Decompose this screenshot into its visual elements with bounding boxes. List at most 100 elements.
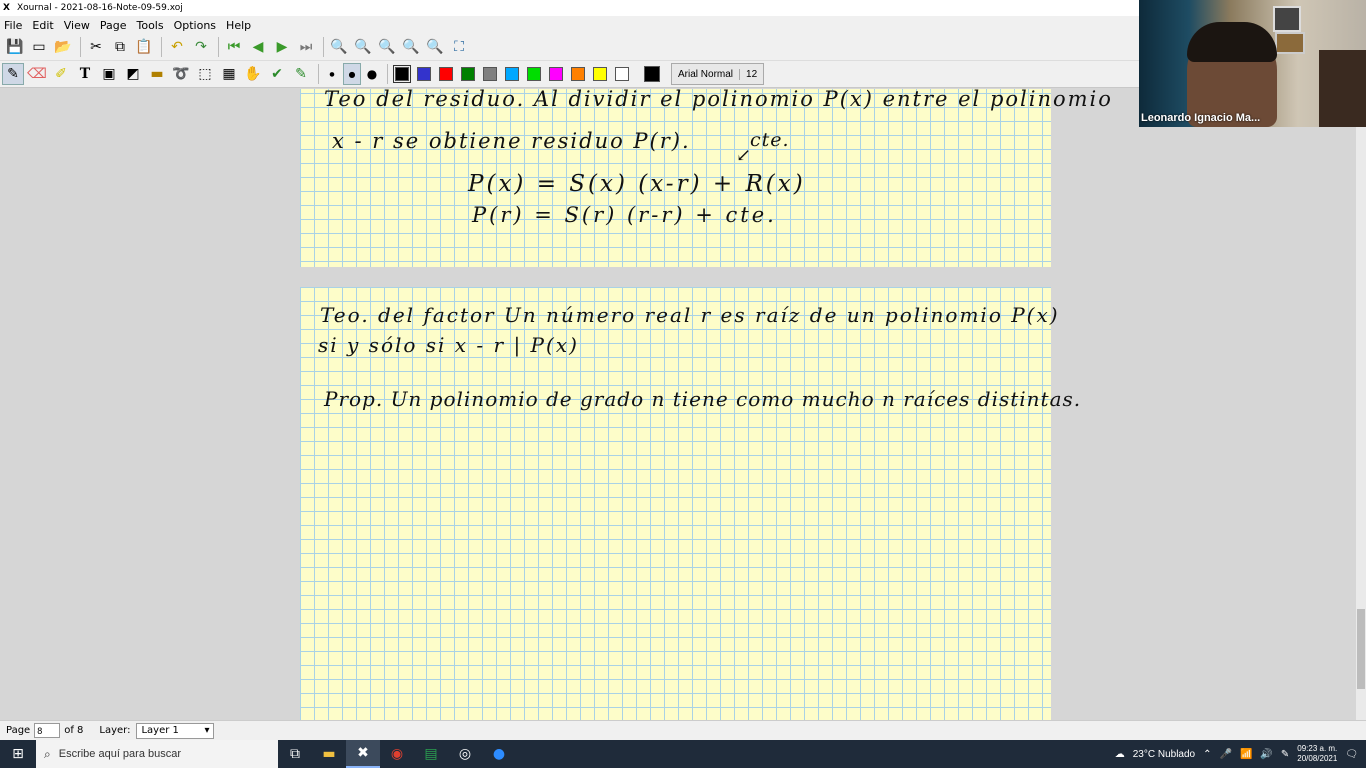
zoom-set-icon[interactable]: 🔍 xyxy=(424,36,446,58)
search-icon: ⌕ xyxy=(44,746,51,761)
thickness-fine-icon[interactable]: ● xyxy=(323,63,341,85)
volume-icon[interactable]: 🔊 xyxy=(1260,749,1272,760)
spreadsheet-icon[interactable]: ▤ xyxy=(414,740,448,768)
eraser-icon[interactable]: ⌫ xyxy=(26,63,48,85)
color-swatch[interactable] xyxy=(527,67,541,81)
handwritten-line: Teo del residuo. Al dividir el polinomio… xyxy=(324,89,1113,111)
toolbar-divider xyxy=(80,37,81,57)
zoom-in-icon[interactable]: 🔍 xyxy=(376,36,398,58)
taskbar-search[interactable]: ⌕ Escribe aquí para buscar xyxy=(36,740,278,768)
current-color-swatch[interactable] xyxy=(644,66,660,82)
thickness-thick-icon[interactable]: ● xyxy=(363,63,381,85)
lasso-select-icon[interactable]: ➰ xyxy=(170,63,192,85)
file-explorer-icon[interactable]: ▬ xyxy=(312,740,346,768)
color-swatch[interactable] xyxy=(417,67,431,81)
color-swatch[interactable] xyxy=(549,67,563,81)
handwritten-equation: P(r) = S(r) (r-r) + cte. xyxy=(472,203,777,227)
new-file-icon[interactable]: ▭ xyxy=(28,36,50,58)
hand-tool-icon[interactable]: ✋ xyxy=(242,63,264,85)
font-name: Arial Normal xyxy=(678,68,734,80)
handwritten-annotation-arrow: ↙ xyxy=(736,145,753,166)
wall-frame xyxy=(1273,6,1301,32)
pen-tray-icon[interactable]: ✎ xyxy=(1281,749,1289,760)
obs-icon[interactable]: ◎ xyxy=(448,740,482,768)
color-palette xyxy=(392,65,634,83)
default-tool-icon[interactable]: ✔ xyxy=(266,63,288,85)
default-pen-icon[interactable]: ✎ xyxy=(290,63,312,85)
font-size: 12 xyxy=(739,68,763,80)
last-page-icon[interactable]: ⏭ xyxy=(295,36,317,58)
vertical-scrollbar[interactable] xyxy=(1356,89,1366,720)
color-swatch[interactable] xyxy=(615,67,629,81)
text-tool-icon[interactable]: T xyxy=(74,63,96,85)
save-icon[interactable]: 💾 xyxy=(4,36,26,58)
vertical-space-icon[interactable]: ▦ xyxy=(218,63,240,85)
scrollbar-thumb[interactable] xyxy=(1357,609,1365,689)
shape-recognizer-icon[interactable]: ◩ xyxy=(122,63,144,85)
redo-icon[interactable]: ↷ xyxy=(190,36,212,58)
color-swatch[interactable] xyxy=(439,67,453,81)
next-page-icon[interactable]: ▶ xyxy=(271,36,293,58)
microphone-icon[interactable]: 🎤 xyxy=(1220,749,1232,760)
color-swatch[interactable] xyxy=(483,67,497,81)
clock[interactable]: 09:23 a. m. 20/08/2021 xyxy=(1297,744,1337,764)
pen-icon[interactable]: ✎ xyxy=(2,63,24,85)
task-view-icon[interactable]: ⧉ xyxy=(278,740,312,768)
zoom-app-icon[interactable]: ● xyxy=(482,740,516,768)
search-placeholder: Escribe aquí para buscar xyxy=(58,748,182,760)
fullscreen-icon[interactable]: ⛶ xyxy=(448,36,470,58)
color-swatch[interactable] xyxy=(571,67,585,81)
document-canvas[interactable]: Teo del residuo. Al dividir el polinomio… xyxy=(0,89,1356,720)
highlighter-icon[interactable]: ✐ xyxy=(50,63,72,85)
toolbar-divider xyxy=(318,64,319,84)
color-swatch[interactable] xyxy=(593,67,607,81)
video-call-overlay[interactable]: Leonardo Ignacio Ma... xyxy=(1139,0,1366,127)
chevron-up-icon[interactable]: ⌃ xyxy=(1203,749,1211,760)
menu-tools[interactable]: Tools xyxy=(136,19,163,32)
menu-view[interactable]: View xyxy=(64,19,90,32)
zoom-normal-icon[interactable]: 🔍 xyxy=(352,36,374,58)
menu-help[interactable]: Help xyxy=(226,19,251,32)
undo-icon[interactable]: ↶ xyxy=(166,36,188,58)
note-page-7[interactable]: Teo del residuo. Al dividir el polinomio… xyxy=(300,89,1111,267)
paste-icon[interactable]: 📋 xyxy=(133,36,155,58)
toolbar-divider xyxy=(323,37,324,57)
toolbar-divider xyxy=(218,37,219,57)
handwritten-line: si y sólo si x - r | P(x) xyxy=(318,333,579,357)
wall-frame xyxy=(1275,32,1305,54)
font-selector[interactable]: Arial Normal 12 xyxy=(671,63,765,85)
notifications-icon[interactable]: 🗨 xyxy=(1345,749,1358,760)
menu-edit[interactable]: Edit xyxy=(32,19,53,32)
first-page-icon[interactable]: ⏮ xyxy=(223,36,245,58)
page-number-input[interactable] xyxy=(34,723,61,738)
menu-options[interactable]: Options xyxy=(174,19,216,32)
open-folder-icon[interactable]: 📂 xyxy=(52,36,74,58)
network-icon[interactable]: 📶 xyxy=(1240,749,1252,760)
previous-page-icon[interactable]: ◀ xyxy=(247,36,269,58)
rect-select-icon[interactable]: ⬚ xyxy=(194,63,216,85)
color-swatch[interactable] xyxy=(505,67,519,81)
chrome-icon[interactable]: ◉ xyxy=(380,740,414,768)
window-title: Xournal - 2021-08-16-Note-09-59.xoj xyxy=(17,3,183,13)
participant-hair xyxy=(1187,22,1277,62)
zoom-out-icon[interactable]: 🔍 xyxy=(328,36,350,58)
cut-icon[interactable]: ✂ xyxy=(85,36,107,58)
copy-icon[interactable]: ⧉ xyxy=(109,36,131,58)
menu-file[interactable]: File xyxy=(4,19,22,32)
color-swatch[interactable] xyxy=(461,67,475,81)
windows-start-icon[interactable]: ⊞ xyxy=(0,740,36,768)
layer-select[interactable]: Layer 1 ▾ xyxy=(136,722,215,739)
weather-text[interactable]: 23°C Nublado xyxy=(1133,749,1195,760)
handwritten-line: Teo. del factor Un número real r es raíz… xyxy=(320,303,1060,327)
menu-page[interactable]: Page xyxy=(100,19,127,32)
note-page-8[interactable]: Teo. del factor Un número real r es raíz… xyxy=(300,287,1080,720)
color-swatch[interactable] xyxy=(393,65,411,83)
thickness-medium-icon[interactable]: ● xyxy=(343,63,361,85)
image-tool-icon[interactable]: ▣ xyxy=(98,63,120,85)
status-bar: Page of 8 Layer: Layer 1 ▾ xyxy=(0,720,1366,740)
xournal-taskbar-icon[interactable]: ✖ xyxy=(346,740,380,768)
windows-taskbar: ⊞ ⌕ Escribe aquí para buscar ⧉ ▬ ✖ ◉ ▤ ◎… xyxy=(0,740,1366,768)
chevron-down-icon: ▾ xyxy=(204,725,210,736)
ruler-icon[interactable]: ▬ xyxy=(146,63,168,85)
zoom-page-width-icon[interactable]: 🔍 xyxy=(400,36,422,58)
